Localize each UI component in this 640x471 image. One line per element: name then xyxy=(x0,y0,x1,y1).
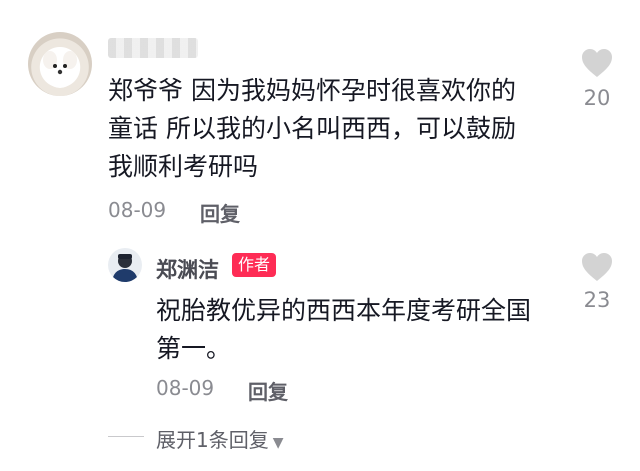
commenter-avatar[interactable] xyxy=(28,32,92,96)
comment-line: 郑爷爷 因为我妈妈怀孕时很喜欢你的 xyxy=(108,76,516,105)
comment-line: 童话 所以我的小名叫西西，可以鼓励 xyxy=(108,114,516,143)
reply-like-count: 23 xyxy=(583,288,611,312)
dog-avatar-image xyxy=(43,51,77,88)
commenter-username-redacted[interactable] xyxy=(108,38,198,58)
reply-avatar[interactable] xyxy=(108,248,142,282)
reply-line: 祝胎教优异的西西本年度考研全国 xyxy=(156,296,532,325)
comment-reply-button[interactable]: 回复 xyxy=(200,198,240,227)
reply-username[interactable]: 郑渊洁 xyxy=(156,254,219,284)
reply-date: 08-09 xyxy=(156,376,215,400)
heart-icon xyxy=(582,253,612,281)
caret-down-icon: ▼ xyxy=(272,435,284,451)
expand-replies-button[interactable]: 展开1条回复 ▼ xyxy=(156,424,284,453)
comment-line: 我顺利考研吗 xyxy=(108,152,259,181)
reply-reply-button[interactable]: 回复 xyxy=(248,376,288,405)
reply-line: 第一。 xyxy=(156,334,232,363)
author-badge: 作者 xyxy=(232,253,277,277)
person-avatar-image xyxy=(112,254,138,282)
expand-replies-label: 展开1条回复 xyxy=(156,428,269,452)
reply-text: 祝胎教优异的西西本年度考研全国 第一。 xyxy=(156,292,576,368)
heart-icon xyxy=(582,49,612,77)
reply-like-button[interactable] xyxy=(581,252,613,286)
expand-divider xyxy=(108,436,144,437)
comment-text: 郑爷爷 因为我妈妈怀孕时很喜欢你的 童话 所以我的小名叫西西，可以鼓励 我顺利考… xyxy=(108,72,548,186)
comment-like-count: 20 xyxy=(583,86,611,110)
comment-date: 08-09 xyxy=(108,198,167,222)
comment-like-button[interactable] xyxy=(581,48,613,82)
